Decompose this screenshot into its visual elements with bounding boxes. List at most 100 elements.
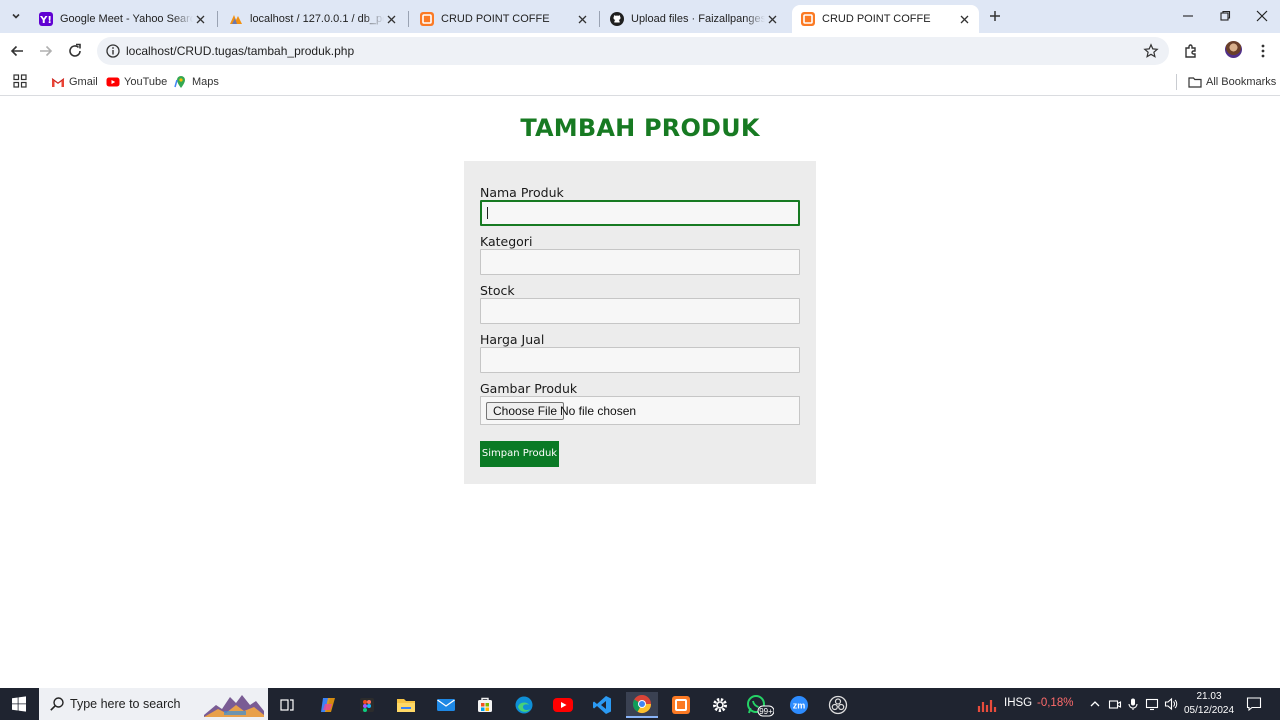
taskbar-copilot[interactable] [312, 692, 344, 718]
bookmarks-bar: Gmail YouTube Maps All Bookmarks [0, 68, 1280, 96]
tab-search-button[interactable] [6, 6, 26, 26]
speaker-icon[interactable] [1164, 697, 1178, 711]
bookmark-star-icon[interactable] [1143, 43, 1159, 59]
all-bookmarks-label: All Bookmarks [1206, 76, 1277, 88]
taskbar-search[interactable]: Type here to search [39, 688, 268, 720]
url-text[interactable]: localhost/CRUD.tugas/tambah_produk.php [126, 44, 354, 58]
xampp-icon [672, 696, 690, 714]
network-icon[interactable] [1145, 697, 1159, 711]
tab-github[interactable]: Upload files · Faizallpangestu/tu [601, 5, 787, 33]
microphone-icon[interactable] [1126, 697, 1140, 711]
store-icon [478, 697, 492, 712]
youtube-icon [553, 698, 573, 712]
back-arrow-icon[interactable] [8, 42, 26, 60]
file-status-text: No file chosen [560, 404, 637, 418]
close-tab-icon[interactable] [193, 12, 207, 26]
clock-time[interactable]: 21.03 [1193, 691, 1225, 702]
copilot-icon [321, 698, 335, 712]
tab-crud-1[interactable]: CRUD POINT COFFE [411, 5, 597, 33]
nama-produk-input[interactable] [480, 200, 800, 226]
stock-label: Stock [480, 283, 515, 298]
bookmark-label: YouTube [124, 76, 168, 88]
reload-icon[interactable] [66, 42, 84, 60]
tab-crud-active[interactable]: CRUD POINT COFFE [792, 5, 979, 33]
harga-jual-label: Harga Jual [480, 332, 545, 347]
chrome-icon [632, 695, 651, 714]
close-window-icon[interactable] [1254, 8, 1270, 24]
maps-icon [174, 76, 185, 88]
taskbar-whatsapp[interactable]: 99+ [744, 692, 776, 718]
site-info-icon[interactable] [105, 43, 121, 59]
svg-text:zm: zm [793, 701, 806, 711]
bookmark-maps[interactable]: Maps [174, 74, 219, 90]
taskbar-xampp[interactable] [665, 692, 697, 718]
taskbar-zoom[interactable]: zm [783, 692, 815, 718]
taskbar-youtube[interactable] [547, 692, 579, 718]
vscode-icon [593, 696, 611, 714]
taskbar-obs[interactable] [822, 692, 854, 718]
notification-icon[interactable] [1246, 696, 1262, 712]
taskbar-edge[interactable] [508, 692, 540, 718]
tab-phpmyadmin[interactable]: localhost / 127.0.0.1 / db_pointc [220, 5, 406, 33]
tab-yahoo[interactable]: Y! Google Meet - Yahoo Search Re [30, 5, 215, 33]
zoom-icon: zm [790, 696, 808, 714]
folder-icon [1188, 77, 1202, 88]
choose-file-button[interactable]: Choose File [486, 402, 565, 420]
tab-title: Google Meet - Yahoo Search Re [60, 13, 193, 25]
address-bar[interactable]: localhost/CRUD.tugas/tambah_produk.php [97, 37, 1169, 65]
bookmark-label: Maps [192, 76, 219, 88]
phpmyadmin-icon [230, 15, 242, 24]
close-tab-icon[interactable] [957, 12, 971, 26]
close-tab-icon[interactable] [765, 12, 779, 26]
gambar-produk-file-input[interactable]: Choose File No file chosen [480, 396, 800, 425]
xampp-icon [801, 12, 815, 26]
simpan-produk-button[interactable]: Simpan Produk [480, 441, 559, 467]
meet-now-icon[interactable] [1108, 697, 1122, 711]
obs-icon [828, 695, 848, 715]
tab-separator [217, 11, 218, 27]
minimize-icon[interactable] [1180, 8, 1196, 24]
xampp-icon [420, 12, 434, 26]
tab-separator [408, 11, 409, 27]
taskbar-store[interactable] [469, 692, 501, 718]
edge-icon [515, 696, 533, 714]
task-view-button[interactable] [271, 692, 303, 718]
stock-ticker[interactable]: IHSG [1004, 697, 1032, 709]
forward-arrow-icon[interactable] [37, 42, 55, 60]
new-tab-icon[interactable] [987, 8, 1003, 24]
search-highlight-art [204, 695, 264, 717]
gear-icon [713, 698, 727, 712]
folder-icon [397, 699, 415, 712]
clock-date[interactable]: 05/12/2024 [1184, 705, 1234, 716]
taskbar-file-explorer[interactable] [390, 692, 422, 718]
chevron-up-icon[interactable] [1088, 697, 1102, 711]
taskbar-figma[interactable] [351, 692, 383, 718]
tab-title: Upload files · Faizallpangestu/tu [631, 13, 765, 25]
stock-chart-icon[interactable] [977, 696, 997, 714]
profile-avatar[interactable] [1225, 41, 1242, 58]
bookmark-youtube[interactable]: YouTube [106, 74, 167, 90]
taskbar-chrome[interactable] [626, 692, 658, 718]
stock-input[interactable] [480, 298, 800, 324]
taskbar-settings[interactable] [704, 692, 736, 718]
windows-taskbar: Type here to search 99+ zm IHSG -0,18% 2… [0, 688, 1280, 720]
gmail-icon [51, 78, 65, 87]
browser-toolbar: localhost/CRUD.tugas/tambah_produk.php [0, 33, 1280, 68]
close-tab-icon[interactable] [384, 12, 398, 26]
harga-jual-input[interactable] [480, 347, 800, 373]
stock-change[interactable]: -0,18% [1037, 697, 1073, 709]
start-button[interactable] [0, 688, 38, 720]
kategori-input[interactable] [480, 249, 800, 275]
all-bookmarks[interactable]: All Bookmarks [1188, 74, 1276, 90]
tab-separator [599, 11, 600, 27]
apps-grid-icon[interactable] [13, 74, 27, 88]
bookmark-gmail[interactable]: Gmail [51, 74, 98, 90]
taskbar-vscode[interactable] [586, 692, 618, 718]
more-menu-icon[interactable] [1254, 42, 1272, 60]
taskbar-mail[interactable] [430, 692, 462, 718]
restore-icon[interactable] [1217, 8, 1233, 24]
github-icon [610, 12, 624, 26]
close-tab-icon[interactable] [575, 12, 589, 26]
extensions-icon[interactable] [1182, 42, 1200, 60]
svg-text:Y!: Y! [39, 15, 52, 26]
